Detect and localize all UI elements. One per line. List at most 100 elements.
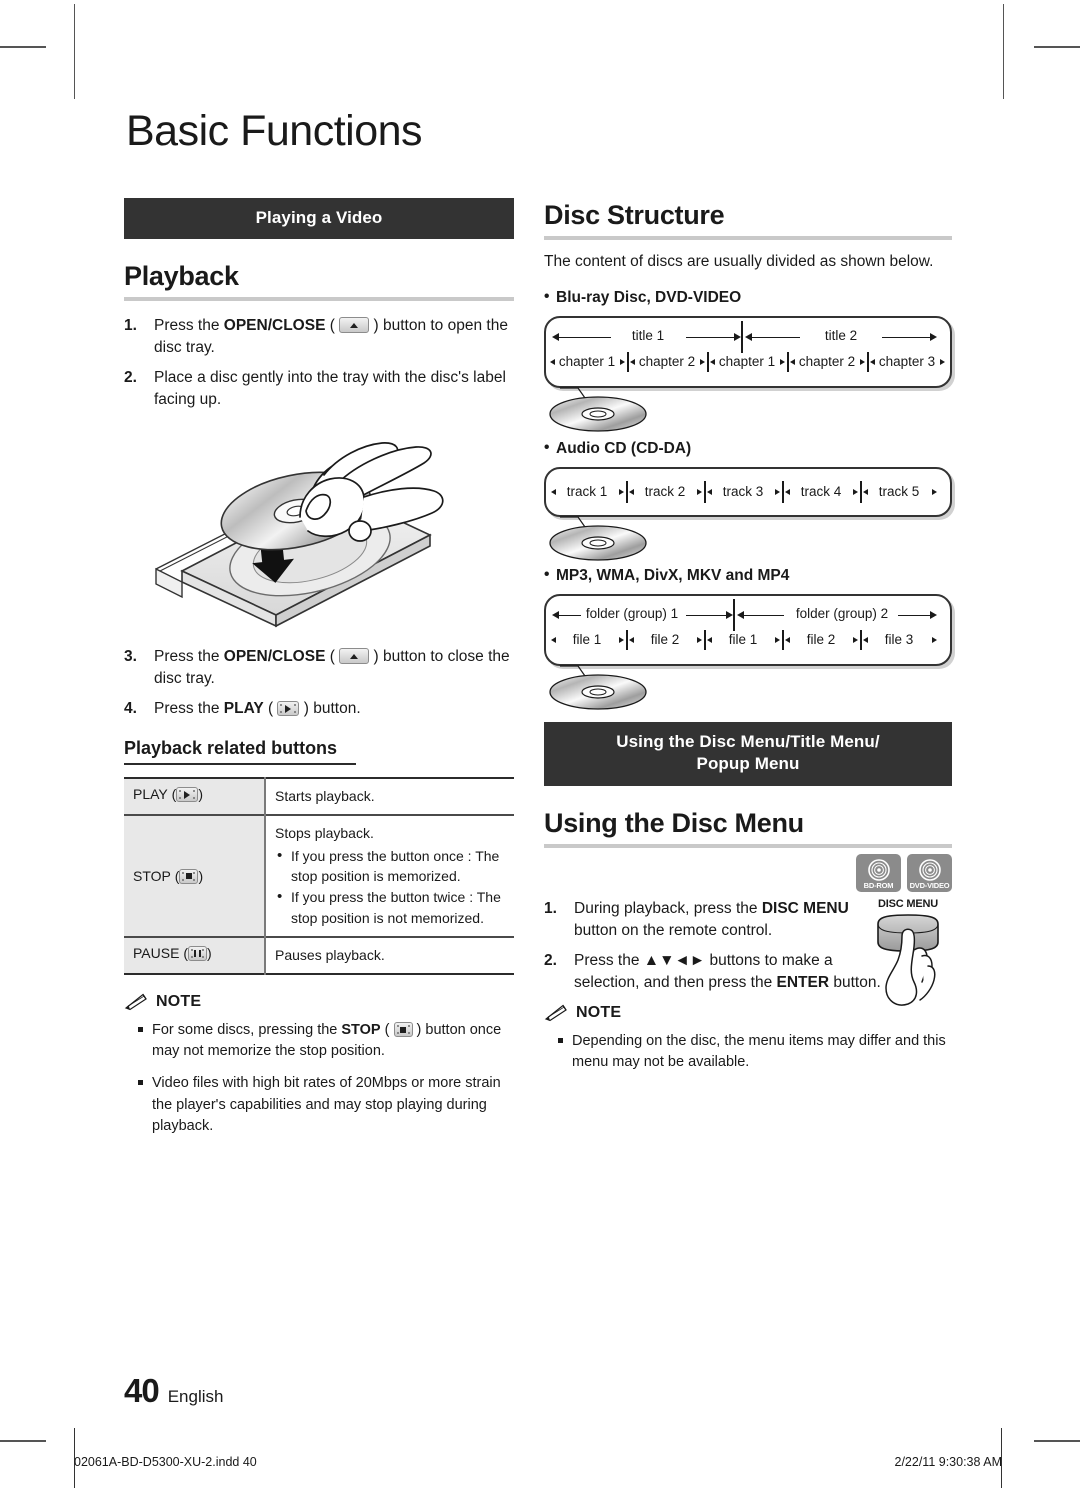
badge-bd-rom: BD-ROM [856,853,901,892]
step-item: 1. During playback, press the DISC MENU … [544,898,864,942]
chapter-divider [627,352,629,373]
file-divider [704,630,706,651]
table-row: PAUSE () Pauses playback. [124,936,514,975]
step-text: Press the OPEN/CLOSE ( ) button to open … [154,315,514,359]
file-label: file 2 [806,632,836,648]
arrow-line [686,337,734,339]
key-label: PAUSE [133,944,180,961]
file-row: file 1 file 2 file 1 file 2 file 3 [546,629,950,653]
page-header: Basic Functions [124,110,952,153]
arrow-line [744,615,784,617]
playback-steps-1-2: 1. Press the OPEN/CLOSE ( ) button to op… [124,315,514,411]
play-key-icon [277,701,300,717]
step-number: 1. [544,899,557,917]
file-arrow-right [932,637,937,644]
arrow-line [898,615,930,617]
disc-icon [549,516,647,561]
heading-rule [124,763,356,766]
chapter-arrow-right [620,359,625,366]
pencil-icon [544,1004,568,1022]
step-text-mid: ( [263,700,278,718]
files-structure-diagram: folder (group) 1 folder (group) 2 file 1 [544,594,952,667]
remote-button-label: DISC MENU [878,897,938,910]
disc-icon [549,387,647,432]
note-list: For some discs, pressing the STOP ( ) bu… [124,1020,514,1137]
heading-rule [124,297,514,302]
print-filename: 02061A-BD-D5300-XU-2.indd 40 [74,1455,257,1469]
bullet-heading-files: MP3, WMA, DivX, MKV and MP4 [544,566,952,585]
note-title: NOTE [156,993,202,1011]
note-item: Video files with high bit rates of 20Mbp… [124,1073,514,1136]
track-arrow-right [775,489,780,496]
step-text: During playback, press the DISC MENU but… [574,898,864,942]
folder-label: folder (group) 1 [585,606,679,622]
arrow-head-left [552,611,559,620]
disc-tray-drawing [155,442,444,628]
table-cell-key: PLAY () [124,778,266,816]
left-column: Playing a Video Playback 1. Press the OP… [124,198,514,1148]
remote-illustration: DISC MENU [860,898,956,1017]
chapter-label: chapter 3 [878,354,936,370]
disc-menu-steps-block: DISC MENU 1. During playback, press the … [544,898,952,1006]
table-cell-key: PAUSE () [124,936,266,975]
chapter-divider [867,352,869,373]
step-text-pre: Press the [154,700,224,718]
play-key-icon [176,787,199,803]
heading-using-disc-menu: Using the Disc Menu [544,807,804,838]
audiocd-disc-callout [544,516,952,565]
title-divider [741,321,743,354]
step-text: Place a disc gently into the tray with t… [154,369,506,409]
track-divider [626,481,628,504]
track-arrow-right [853,489,858,496]
note-item: For some discs, pressing the STOP ( ) bu… [124,1020,514,1062]
step-number: 3. [124,648,137,666]
right-column: Disc Structure The content of discs are … [544,198,952,1084]
key-paren: ) [198,867,204,884]
bullet-heading-bluray: Blu-ray Disc, DVD-VIDEO [544,288,952,307]
disc-badge-icon [918,859,941,881]
arrow-head-right [726,611,733,620]
files-disc-callout [544,665,952,718]
step-text: Press the OPEN/CLOSE ( ) button to close… [154,646,514,690]
arrow-head-right [930,333,937,342]
bluray-structure-diagram: title 1 title 2 chapter 1 chapter 2 chap… [544,316,952,389]
track-row: track 1 track 2 track 3 track 4 track 5 [546,481,950,505]
track-arrow-right [697,489,702,496]
desc-bullet: If you press the button twice : The stop… [275,886,505,928]
audiocd-structure-diagram: track 1 track 2 track 3 track 4 track 5 [544,467,952,518]
banner-line-2: Popup Menu [696,754,800,774]
file-divider [782,630,784,651]
chapter-row: chapter 1 chapter 2 chapter 1 chapter 2 [546,351,950,375]
file-arrow-right [853,637,858,644]
bullet-heading-audiocd: Audio CD (CD-DA) [544,439,952,458]
step-number: 1. [124,317,137,335]
playback-steps-3-4: 3. Press the OPEN/CLOSE ( ) button to cl… [124,646,514,720]
badge-dvd-video: DVD-VIDEO [907,853,952,892]
step-text-bold: PLAY [223,700,264,718]
section-banner-playing-a-video: Playing a Video [124,198,514,240]
heading-using-disc-menu-wrap: Using the Disc Menu [544,808,952,848]
step-text: Press the PLAY ( ) button. [154,698,514,720]
step-text-post: button on the remote control. [574,921,773,939]
chapter-arrow-right [700,359,705,366]
file-label: file 2 [650,632,680,648]
table-row: STOP () Stops playback. If you press the… [124,815,514,937]
heading-playback-wrap: Playback [124,261,514,302]
desc-line: Stops playback. [275,825,374,842]
step-item: 2. Press the ▲▼◄► buttons to make a sele… [544,950,884,994]
folder-row: folder (group) 1 folder (group) 2 [546,599,950,632]
step-text-pre: During playback, press the [574,899,762,917]
track-divider [860,481,862,504]
file-label: file 3 [884,632,914,648]
note-title: NOTE [576,1003,622,1021]
page-language: English [167,1387,224,1406]
arrow-head-right [930,611,937,620]
manual-page: Basic Functions Playing a Video Playback… [0,0,1080,1491]
track-label: track 3 [722,484,764,500]
chapter-arrow-right [860,359,865,366]
step-text-post: ) button. [299,700,361,718]
step-text-bold: ENTER [776,973,830,991]
note-text-bold: STOP [341,1022,381,1039]
step-text-pre: Press the [154,648,224,666]
badge-label: BD-ROM [863,880,894,890]
